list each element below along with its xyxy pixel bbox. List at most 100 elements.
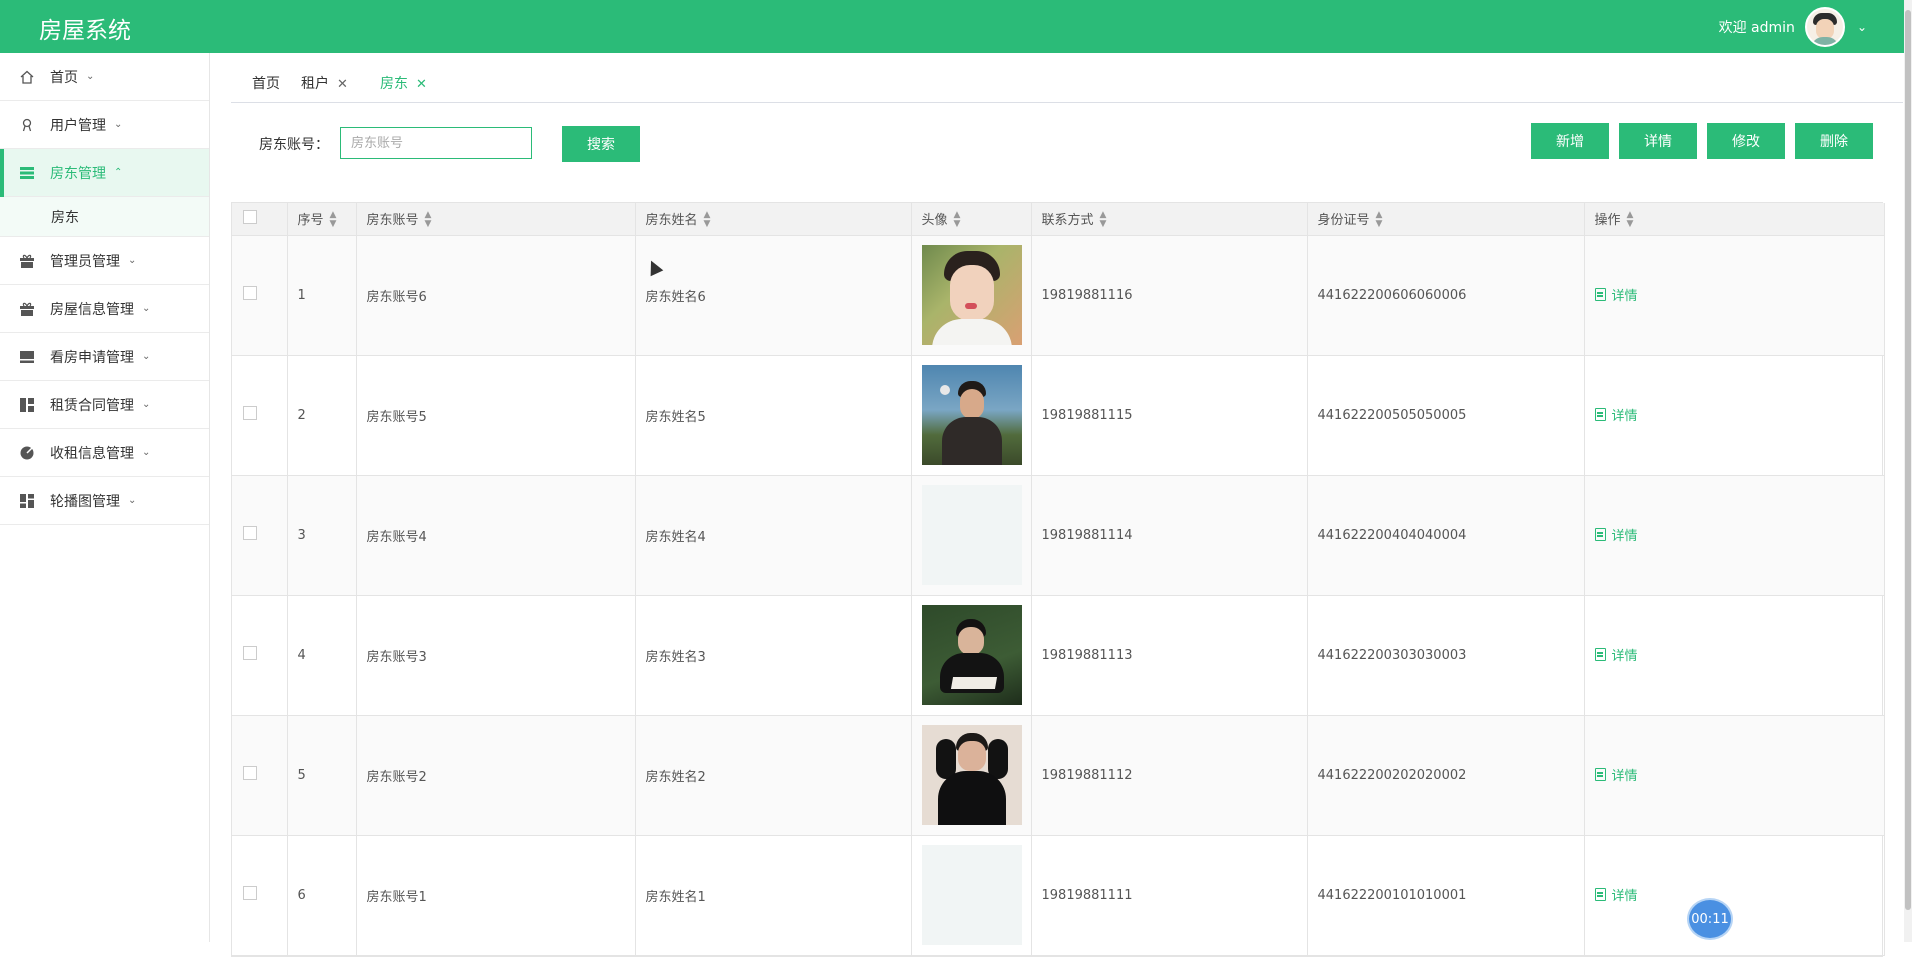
sidebar-item-house-info[interactable]: 房屋信息管理 ⌄	[0, 285, 209, 333]
cell-phone: 19819881112	[1031, 715, 1308, 836]
chevron-down-icon: ⌄	[114, 119, 123, 130]
sidebar-item-home[interactable]: 首页 ⌄	[0, 53, 209, 101]
edit-button[interactable]: 修改	[1707, 123, 1785, 159]
sidebar-subitem-landlord[interactable]: 房东	[0, 197, 209, 237]
chevron-down-icon: ⌄	[142, 399, 151, 410]
close-icon[interactable]: ✕	[337, 77, 348, 92]
top-bar: 房屋系统 欢迎 admin ⌄	[0, 0, 1912, 53]
sidebar-item-label: 收租信息管理	[50, 445, 134, 462]
detail-link-label: 详情	[1611, 289, 1638, 304]
column-header-avatar[interactable]: 头像 ▲ ▼	[911, 203, 1032, 236]
cell-id-number: 441622200404040004	[1307, 475, 1585, 596]
recording-timer[interactable]: 00:11	[1687, 898, 1733, 940]
tab-home[interactable]: 首页	[252, 73, 280, 93]
sort-icon[interactable]: ▲ ▼	[1627, 211, 1634, 229]
detail-link[interactable]: 详情	[1594, 285, 1638, 304]
sidebar-item-carousel[interactable]: 轮播图管理 ⌄	[0, 477, 209, 525]
column-header-account[interactable]: 房东账号 ▲ ▼	[356, 203, 636, 236]
cell-id-number: 441622200303030003	[1307, 595, 1585, 716]
table-row[interactable]: 4 房东账号3 房东姓名3 19819881113 44162220030303…	[232, 595, 1885, 716]
search-label: 房东账号：	[259, 137, 329, 153]
cell-name: 房东姓名2	[635, 715, 912, 836]
detail-link-label: 详情	[1611, 649, 1638, 664]
chevron-down-icon: ⌄	[142, 303, 151, 314]
table-row[interactable]: 6 房东账号1 房东姓名1 19819881111 44162220010101…	[232, 835, 1885, 956]
cell-phone: 19819881114	[1031, 475, 1308, 596]
chevron-down-icon: ⌄	[128, 255, 137, 266]
scrollbar-thumb[interactable]	[1905, 10, 1911, 910]
page-scrollbar[interactable]	[1904, 0, 1912, 942]
cell-name: 房东姓名5	[635, 355, 912, 476]
cell-name: 房东姓名4	[635, 475, 912, 596]
header-label: 房东姓名	[645, 212, 698, 228]
table-row[interactable]: 5 房东账号2 房东姓名2 19819881112 44162220020202…	[232, 715, 1885, 836]
sort-icon[interactable]: ▲ ▼	[954, 211, 961, 229]
chevron-up-icon: ⌃	[114, 167, 123, 178]
sidebar-item-lease-contracts[interactable]: 租赁合同管理 ⌄	[0, 381, 209, 429]
document-icon	[1594, 528, 1606, 541]
add-button[interactable]: 新增	[1531, 123, 1609, 159]
column-header-name[interactable]: 房东姓名 ▲ ▼	[635, 203, 912, 236]
sidebar-item-label: 管理员管理	[50, 253, 120, 270]
chevron-down-icon: ⌄	[86, 71, 95, 82]
detail-link-label: 详情	[1611, 529, 1638, 544]
tab-tenant[interactable]: 租户 ✕	[301, 73, 348, 93]
row-checkbox[interactable]	[243, 286, 257, 300]
list-icon	[20, 166, 34, 180]
cell-phone: 19819881113	[1031, 595, 1308, 716]
avatar[interactable]	[1804, 7, 1845, 47]
column-header-actions[interactable]: 操作 ▲ ▼	[1584, 203, 1885, 236]
chevron-down-icon[interactable]: ⌄	[1857, 20, 1867, 34]
detail-link-label: 详情	[1611, 769, 1638, 784]
row-checkbox[interactable]	[243, 766, 257, 780]
sort-icon[interactable]: ▲ ▼	[1376, 211, 1383, 229]
sort-icon[interactable]: ▲ ▼	[425, 211, 432, 229]
user-menu[interactable]: 欢迎 admin ⌄	[1719, 7, 1867, 47]
cell-account: 房东账号6	[356, 235, 636, 356]
tab-landlord[interactable]: 房东 ✕	[380, 73, 427, 93]
tab-bar: 首页 租户 ✕ 房东 ✕	[231, 53, 1903, 103]
sidebar-item-landlords[interactable]: 房东管理 ⌃	[0, 149, 209, 197]
avatar-photo	[921, 245, 1022, 345]
cell-no: 3	[287, 475, 357, 596]
sidebar-item-rent-collection[interactable]: 收租信息管理 ⌄	[0, 429, 209, 477]
row-checkbox[interactable]	[243, 526, 257, 540]
detail-link[interactable]: 详情	[1594, 765, 1638, 784]
row-checkbox[interactable]	[243, 886, 257, 900]
delete-button[interactable]: 删除	[1795, 123, 1873, 159]
table-row[interactable]: 2 房东账号5 房东姓名5 19819881115 44162220050505…	[232, 355, 1885, 476]
row-checkbox[interactable]	[243, 406, 257, 420]
sidebar-item-admins[interactable]: 管理员管理 ⌄	[0, 237, 209, 285]
select-all-cell	[232, 203, 288, 236]
search-input[interactable]	[340, 127, 532, 159]
column-header-id[interactable]: 身份证号 ▲ ▼	[1307, 203, 1585, 236]
detail-link[interactable]: 详情	[1594, 405, 1638, 424]
select-all-checkbox[interactable]	[243, 209, 257, 224]
gift-icon	[20, 302, 34, 316]
sidebar-item-viewing-requests[interactable]: 看房申请管理 ⌄	[0, 333, 209, 381]
detail-link[interactable]: 详情	[1594, 885, 1638, 904]
close-icon[interactable]: ✕	[416, 77, 427, 92]
search-button[interactable]: 搜索	[562, 126, 640, 162]
table-row[interactable]: 1 房东账号6 房东姓名6 19819881116 44162220060606…	[232, 235, 1885, 356]
cell-id-number: 441622200101010001	[1307, 835, 1585, 956]
detail-link[interactable]: 详情	[1594, 645, 1638, 664]
row-checkbox[interactable]	[243, 646, 257, 660]
sort-icon[interactable]: ▲ ▼	[1100, 211, 1107, 229]
sidebar-item-label: 租赁合同管理	[50, 397, 134, 414]
sidebar-item-label: 轮播图管理	[50, 493, 120, 510]
cell-no: 1	[287, 235, 357, 356]
cell-name: 房东姓名6	[635, 235, 912, 356]
column-header-phone[interactable]: 联系方式 ▲ ▼	[1031, 203, 1308, 236]
column-header-no[interactable]: 序号 ▲ ▼	[287, 203, 357, 236]
welcome-text: 欢迎 admin	[1718, 20, 1795, 36]
sidebar-item-users[interactable]: 用户管理 ⌄	[0, 101, 209, 149]
detail-link[interactable]: 详情	[1594, 525, 1638, 544]
sidebar-item-label: 首页	[50, 69, 78, 86]
table-row[interactable]: 3 房东账号4 房东姓名4 19819881114 44162220040404…	[232, 475, 1885, 596]
sort-icon[interactable]: ▲ ▼	[704, 211, 711, 229]
pie-icon	[20, 446, 34, 460]
detail-button[interactable]: 详情	[1619, 123, 1697, 159]
sort-icon[interactable]: ▲ ▼	[330, 211, 337, 229]
sidebar-item-label: 房东管理	[50, 165, 106, 182]
